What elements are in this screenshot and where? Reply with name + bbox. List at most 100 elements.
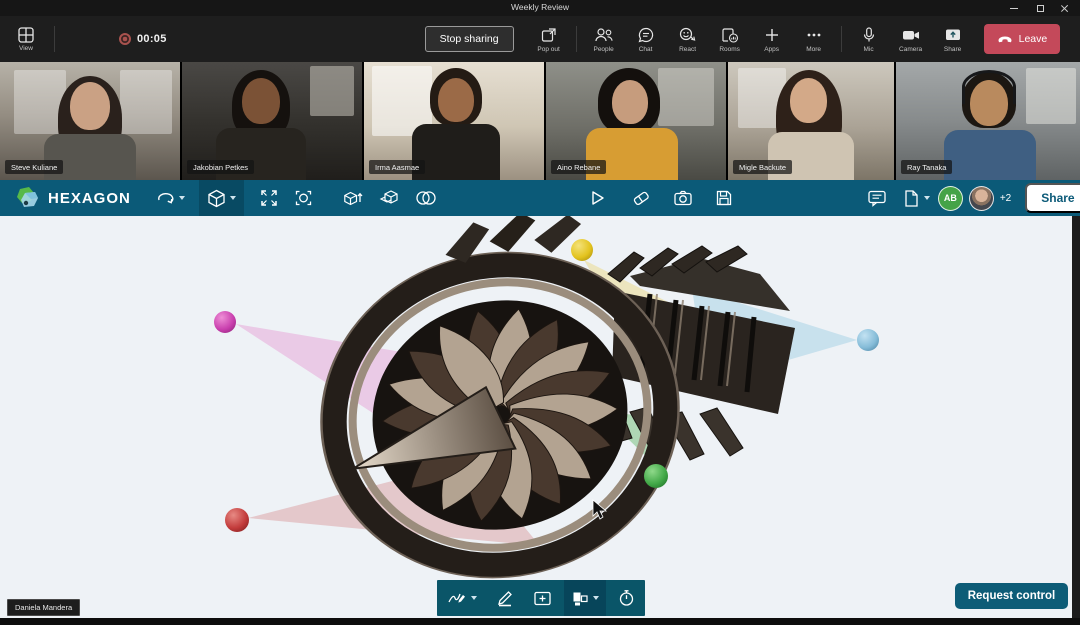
window-edge xyxy=(0,618,1080,625)
view-layout-button[interactable]: View xyxy=(4,19,48,59)
model-states-button[interactable] xyxy=(371,180,407,216)
annotation-pin-green[interactable] xyxy=(644,464,668,488)
presenter-name-tooltip: Daniela Mandera xyxy=(7,599,80,616)
close-icon xyxy=(1060,4,1069,13)
react-button[interactable]: React xyxy=(667,19,709,59)
documents-button[interactable] xyxy=(895,180,938,216)
minimize-button[interactable] xyxy=(1006,3,1022,14)
leave-label: Leave xyxy=(1019,33,1048,45)
camera-label: Camera xyxy=(899,46,922,53)
draw-tool-button[interactable] xyxy=(440,580,484,616)
cube-arrow-up-icon xyxy=(343,189,363,208)
participant-figure xyxy=(70,82,110,130)
model-view-button[interactable] xyxy=(199,180,244,216)
hexagon-brand: HEXAGON xyxy=(14,185,131,211)
request-control-button[interactable]: Request control xyxy=(955,583,1068,609)
hexagon-toolbar: HEXAGON xyxy=(0,180,1080,216)
apps-plus-icon xyxy=(763,26,781,44)
stopwatch-icon xyxy=(618,589,635,607)
camera-button[interactable]: Camera xyxy=(890,19,932,59)
chat-button[interactable]: Chat xyxy=(625,19,667,59)
presenter-avatar[interactable]: AB xyxy=(938,186,963,211)
stacked-cubes-icon xyxy=(379,189,399,208)
rooms-label: Rooms xyxy=(719,46,740,53)
timer-tool-button[interactable] xyxy=(611,580,642,616)
window-title: Weekly Review xyxy=(0,2,1080,12)
frame-plus-icon xyxy=(533,590,552,607)
explode-model-button[interactable] xyxy=(335,180,371,216)
video-tile[interactable]: Ray Tanaka xyxy=(896,62,1080,180)
meeting-timer: 00:05 xyxy=(137,33,167,45)
brand-name: HEXAGON xyxy=(48,190,131,207)
annotation-pin-blue[interactable] xyxy=(857,329,879,351)
compare-models-button[interactable] xyxy=(407,180,445,216)
hang-up-icon xyxy=(997,34,1013,44)
participant-figure xyxy=(412,124,500,180)
viewer-share-button[interactable]: Share xyxy=(1025,183,1080,213)
toolbar-divider xyxy=(576,26,577,52)
play-animation-button[interactable] xyxy=(583,180,613,216)
pen-tool-button[interactable] xyxy=(489,580,521,616)
maximize-button[interactable] xyxy=(1032,3,1048,14)
annotation-pin-red[interactable] xyxy=(225,508,249,532)
orbit-tool-button[interactable] xyxy=(147,180,193,216)
stop-sharing-button[interactable]: Stop sharing xyxy=(425,26,514,52)
orbit-icon xyxy=(155,190,175,206)
maximize-icon xyxy=(1037,5,1044,12)
shapes-icon xyxy=(571,590,589,607)
record-icon xyxy=(119,33,131,45)
save-button[interactable] xyxy=(707,180,741,216)
mic-button[interactable]: Mic xyxy=(848,19,890,59)
apps-button[interactable]: Apps xyxy=(751,19,793,59)
add-view-button[interactable] xyxy=(526,580,559,616)
people-label: People xyxy=(593,46,613,53)
participant-figure xyxy=(612,80,648,124)
fit-to-screen-button[interactable] xyxy=(252,180,286,216)
annotation-pin-magenta[interactable] xyxy=(214,311,236,333)
background-window xyxy=(120,70,172,134)
rooms-button[interactable]: Rooms xyxy=(709,19,751,59)
headphones xyxy=(962,70,1016,104)
close-button[interactable] xyxy=(1056,3,1072,14)
cube-icon xyxy=(207,189,226,208)
comments-button[interactable] xyxy=(859,180,895,216)
people-icon xyxy=(594,26,614,44)
pen-icon xyxy=(496,589,514,607)
toolbar-divider xyxy=(841,26,842,52)
people-button[interactable]: People xyxy=(583,19,625,59)
video-tile[interactable]: Aino Rebane xyxy=(546,62,726,180)
focus-model-button[interactable] xyxy=(286,180,321,216)
video-tile[interactable]: Irma Aasmae xyxy=(364,62,544,180)
shapes-tool-button[interactable] xyxy=(564,580,606,616)
video-tile[interactable]: Jakobian Petkes xyxy=(182,62,362,180)
participant-figure xyxy=(438,78,474,122)
participant-name: Jakobian Petkes xyxy=(187,160,254,174)
pop-out-icon xyxy=(540,26,558,44)
video-tile[interactable]: Steve Kuliane xyxy=(0,62,180,180)
camera-icon xyxy=(901,26,921,44)
hexagon-logo-icon xyxy=(14,185,40,211)
chevron-down-icon xyxy=(230,196,236,200)
pop-out-label: Pop out xyxy=(537,46,559,53)
apps-label: Apps xyxy=(764,46,779,53)
overlap-circles-icon xyxy=(415,189,437,207)
snapshot-button[interactable] xyxy=(665,180,701,216)
annotation-pin-yellow[interactable] xyxy=(571,239,593,261)
mic-icon xyxy=(860,26,878,44)
participant-name: Irma Aasmae xyxy=(369,160,425,174)
pop-out-button[interactable]: Pop out xyxy=(528,19,570,59)
minimize-icon xyxy=(1010,8,1018,9)
focus-icon xyxy=(294,189,313,207)
shared-3d-viewport[interactable] xyxy=(0,216,1072,618)
share-screen-button[interactable]: Share xyxy=(932,19,974,59)
scribble-pen-icon xyxy=(447,589,467,607)
more-button[interactable]: More xyxy=(793,19,835,59)
share-screen-label: Share xyxy=(944,46,961,53)
eraser-tool-button[interactable] xyxy=(623,180,659,216)
more-label: More xyxy=(806,46,821,53)
participant-avatar[interactable] xyxy=(969,186,994,211)
video-tile[interactable]: Migle Backute xyxy=(728,62,894,180)
document-icon xyxy=(903,189,920,208)
leave-button[interactable]: Leave xyxy=(984,24,1061,54)
react-label: React xyxy=(679,46,696,53)
